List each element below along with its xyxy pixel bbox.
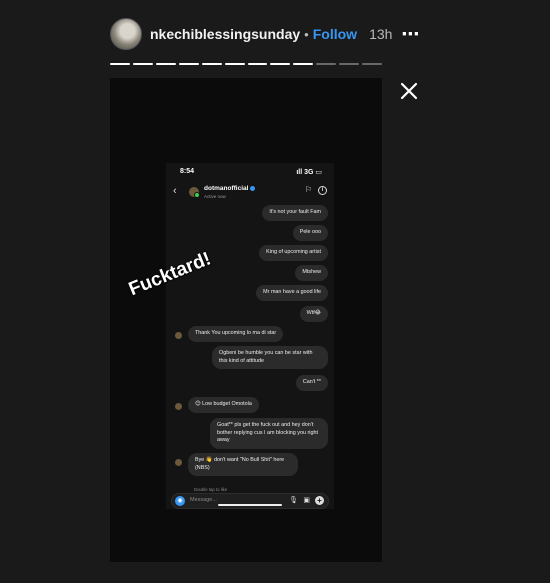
sender-avatar [175, 459, 182, 466]
verified-badge-icon [250, 185, 256, 191]
info-icon: i [318, 186, 327, 195]
message-bubble: Thank You upcoming lo ma di star [188, 326, 284, 342]
dm-screenshot: 8:54 ıll 3G ▭ ‹ dotmanofficial Active no… [166, 163, 334, 509]
chat-avatar [189, 187, 200, 198]
timestamp: 13h [369, 26, 393, 42]
gallery-icon: ▣ [303, 497, 310, 504]
composer-placeholder: Message... [190, 497, 217, 503]
progress-segment [270, 63, 291, 65]
progress-segment [247, 63, 268, 65]
follow-button[interactable]: Follow [313, 26, 357, 42]
reaction-hint: Double tap to like [194, 487, 228, 492]
message-bubble: Mr man have a good life [256, 285, 328, 301]
message-bubble: 😊 Low budget Omotola [188, 397, 259, 413]
home-indicator [218, 504, 282, 506]
message-bubble: Goat** pls get the fuck out and hey don'… [210, 418, 328, 449]
back-arrow-icon: ‹ [173, 185, 177, 197]
message-composer: ◉ Message... 🎙 ▣ + [171, 493, 329, 509]
separator-dot: • [304, 26, 309, 42]
progress-segment [201, 63, 222, 65]
message-bubble: It's not your fault Fam [262, 205, 328, 221]
chat-name: dotmanofficial [204, 185, 256, 192]
message-bubble: Ogbeni be humble you can be star with th… [212, 346, 328, 370]
message-bubble: Pele ooo [292, 225, 328, 241]
story-progress-bar [110, 63, 383, 65]
phone-status-bar: 8:54 ıll 3G ▭ [180, 168, 322, 176]
chat-header: ‹ dotmanofficial Active now ⚐ i [166, 183, 334, 203]
progress-segment [132, 63, 153, 65]
progress-segment [316, 63, 337, 65]
story-frame[interactable]: 8:54 ıll 3G ▭ ‹ dotmanofficial Active no… [110, 78, 382, 562]
message-bubble: Wtf😂 [299, 306, 328, 322]
avatar[interactable] [110, 18, 142, 50]
message-bubble: Can't ** [295, 375, 328, 391]
active-status: Active now [204, 194, 226, 199]
mic-icon: 🎙 [289, 497, 298, 504]
story-header: nkechiblessingsunday • Follow 13h ⋯ [110, 16, 419, 52]
sender-avatar [175, 332, 182, 339]
status-indicators: ıll 3G ▭ [296, 169, 322, 176]
progress-segment [339, 63, 360, 65]
flag-icon: ⚐ [304, 185, 312, 194]
camera-icon: ◉ [175, 496, 185, 506]
progress-segment [293, 63, 314, 65]
plus-icon: + [315, 496, 324, 505]
progress-segment [155, 63, 176, 65]
message-bubble: King of upcoming artist [259, 245, 328, 261]
progress-segment [224, 63, 245, 65]
close-icon[interactable] [398, 80, 420, 102]
progress-segment [178, 63, 199, 65]
message-bubble: Bye 👋 don't want "No Bull Shit" here (NB… [188, 453, 298, 477]
message-bubble: Mtshew [295, 265, 328, 281]
progress-segment [110, 63, 130, 65]
progress-segment [362, 63, 383, 65]
more-options-icon[interactable]: ⋯ [401, 24, 420, 45]
sender-avatar [175, 403, 182, 410]
status-time: 8:54 [180, 168, 195, 175]
username[interactable]: nkechiblessingsunday [150, 26, 300, 42]
chat-name-text: dotmanofficial [204, 185, 249, 192]
